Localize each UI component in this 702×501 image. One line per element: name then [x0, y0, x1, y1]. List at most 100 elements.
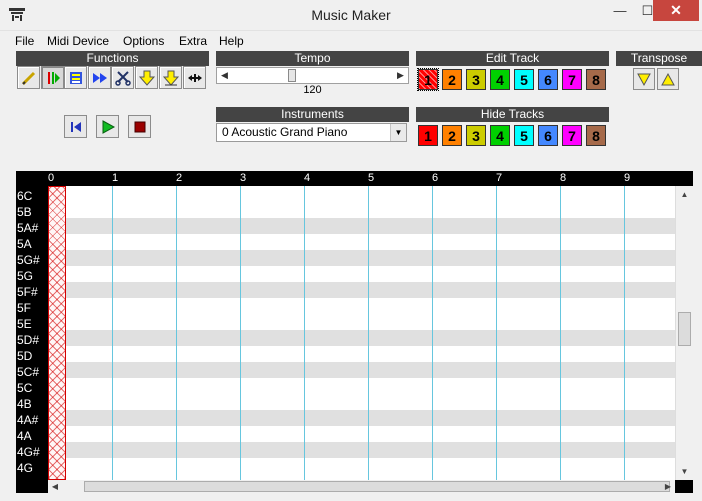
note-label: 4B [17, 397, 32, 411]
edit-track-2-button[interactable]: 2 [442, 69, 462, 90]
tempo-slider[interactable]: ◀ ▶ [216, 67, 409, 84]
edit-track-3-button[interactable]: 3 [466, 69, 486, 90]
copy-track-icon [69, 71, 82, 84]
minimize-button[interactable]: — [606, 0, 634, 21]
ruler-number: 1 [112, 172, 119, 184]
grid-row[interactable] [48, 218, 675, 234]
paste-tool-button[interactable] [135, 66, 158, 89]
instruments-header: Instruments [216, 107, 409, 122]
grid-row[interactable] [48, 426, 675, 442]
edit-track-4-button[interactable]: 4 [490, 69, 510, 90]
grid-row[interactable] [48, 186, 675, 202]
grid-row[interactable] [48, 442, 675, 458]
grid-row[interactable] [48, 362, 675, 378]
beat-line [240, 186, 241, 480]
ruler-number: 7 [496, 172, 503, 184]
note-label: 5D# [17, 333, 40, 347]
playback-cursor[interactable] [48, 186, 66, 480]
play-button[interactable] [96, 115, 119, 138]
tempo-slider-thumb[interactable] [288, 69, 296, 82]
tempo-left-arrow-icon[interactable]: ◀ [217, 68, 232, 83]
window-title: Music Maker [311, 7, 391, 23]
edit-track-5-button[interactable]: 5 [514, 69, 534, 90]
note-label: 5G# [17, 253, 40, 267]
note-label: 5D [17, 349, 33, 363]
scroll-right-icon[interactable]: ▶ [661, 480, 675, 493]
fast-forward-tool-button[interactable] [88, 66, 111, 89]
instrument-selected-value: 0 Acoustic Grand Piano [222, 125, 348, 139]
note-grid[interactable] [48, 186, 675, 480]
select-tool-button[interactable] [41, 66, 64, 89]
hide-track-1-button[interactable]: 1 [418, 125, 438, 146]
grid-row[interactable] [48, 458, 675, 474]
scissors-icon [114, 70, 131, 86]
insert-tool-button[interactable] [159, 66, 182, 89]
edit-track-6-button[interactable]: 6 [538, 69, 558, 90]
note-label: 5A [17, 237, 32, 251]
beat-line [624, 186, 625, 480]
stop-button[interactable] [128, 115, 151, 138]
hide-track-5-button[interactable]: 5 [514, 125, 534, 146]
menu-help[interactable]: Help [219, 34, 244, 48]
play-icon [102, 119, 115, 134]
tempo-header: Tempo [216, 51, 409, 66]
menu-file[interactable]: File [15, 34, 34, 48]
grid-row[interactable] [48, 394, 675, 410]
horizontal-scrollbar[interactable]: ◀ ▶ [48, 480, 675, 493]
grid-row[interactable] [48, 202, 675, 218]
close-button[interactable]: ✕ [653, 0, 699, 21]
scroll-left-icon[interactable]: ◀ [48, 480, 62, 493]
grid-row[interactable] [48, 282, 675, 298]
grid-row[interactable] [48, 330, 675, 346]
beat-line [432, 186, 433, 480]
grid-row[interactable] [48, 266, 675, 282]
copy-track-button[interactable] [64, 66, 87, 89]
horizontal-scroll-thumb[interactable] [84, 481, 670, 492]
hide-track-7-button[interactable]: 7 [562, 125, 582, 146]
rewind-button[interactable] [64, 115, 87, 138]
grid-row[interactable] [48, 346, 675, 362]
edit-track-8-button[interactable]: 8 [586, 69, 606, 90]
triangle-down-icon [637, 73, 651, 87]
edit-track-1-button[interactable]: 1 [417, 68, 439, 91]
move-tool-button[interactable] [183, 66, 206, 89]
ruler-number: 0 [48, 172, 55, 184]
grid-row[interactable] [48, 378, 675, 394]
grid-row[interactable] [48, 250, 675, 266]
hide-track-6-button[interactable]: 6 [538, 125, 558, 146]
scroll-down-icon[interactable]: ▼ [676, 463, 693, 480]
transpose-up-button[interactable] [657, 68, 679, 90]
grid-row[interactable] [48, 314, 675, 330]
title-bar: Music Maker — ☐ ✕ [0, 0, 702, 31]
menu-midi-device[interactable]: Midi Device [47, 34, 109, 48]
hide-tracks-header: Hide Tracks [416, 107, 609, 122]
grid-row[interactable] [48, 234, 675, 250]
note-label: 5F# [17, 285, 38, 299]
grid-row[interactable] [48, 410, 675, 426]
hide-track-2-button[interactable]: 2 [442, 125, 462, 146]
hide-track-4-button[interactable]: 4 [490, 125, 510, 146]
dropdown-arrow-icon[interactable]: ▼ [390, 124, 406, 141]
menu-options[interactable]: Options [123, 34, 164, 48]
tempo-right-arrow-icon[interactable]: ▶ [393, 68, 408, 83]
note-label: 4G [17, 461, 34, 475]
note-label: 5E [17, 317, 32, 331]
scroll-up-icon[interactable]: ▲ [676, 186, 693, 203]
move-icon [187, 73, 202, 82]
note-label: 6C [17, 189, 33, 203]
skip-back-icon [70, 121, 81, 132]
instrument-select[interactable]: 0 Acoustic Grand Piano ▼ [216, 123, 407, 142]
grid-row[interactable] [48, 298, 675, 314]
pencil-tool-button[interactable] [17, 66, 40, 89]
vertical-scroll-thumb[interactable] [678, 312, 691, 346]
vertical-scrollbar[interactable]: ▲ ▼ [675, 186, 693, 480]
note-label: 5F [17, 301, 32, 315]
transpose-down-button[interactable] [633, 68, 655, 90]
menu-extra[interactable]: Extra [179, 34, 207, 48]
ruler-number: 6 [432, 172, 439, 184]
edit-track-7-button[interactable]: 7 [562, 69, 582, 90]
hide-track-3-button[interactable]: 3 [466, 125, 486, 146]
cut-tool-button[interactable] [111, 66, 134, 89]
note-label: 5C# [17, 365, 40, 379]
hide-track-8-button[interactable]: 8 [586, 125, 606, 146]
